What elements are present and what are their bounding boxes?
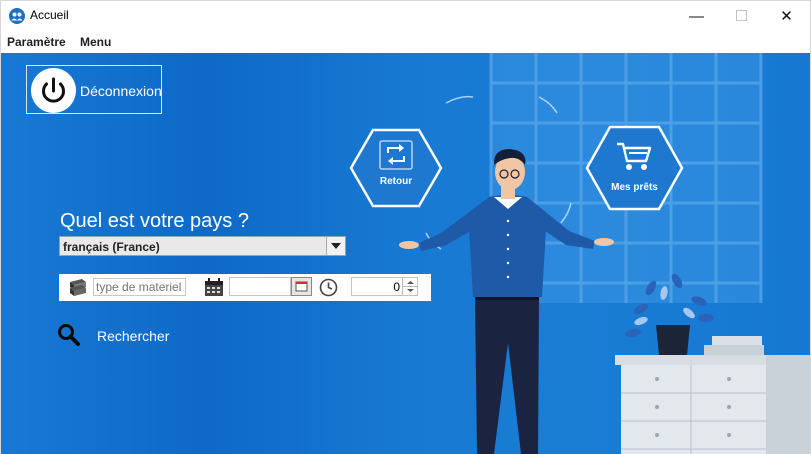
mes-prets-button[interactable]: Mes prêts [585, 125, 684, 211]
books-icon [70, 279, 86, 296]
window-title: Accueil [30, 8, 69, 22]
menu-menu[interactable]: Menu [80, 35, 111, 49]
cart-icon [617, 142, 652, 170]
title-bar: Accueil — ☐ ✕ [1, 1, 810, 31]
date-input[interactable] [229, 277, 291, 296]
minimize-icon: — [689, 7, 704, 25]
date-picker-button[interactable] [291, 277, 312, 296]
material-type-input[interactable] [93, 278, 186, 296]
select-arrow-button[interactable] [326, 237, 345, 255]
app-window: Accueil — ☐ ✕ Paramètre Menu Déconnexion… [0, 0, 811, 454]
language-select[interactable]: français (France) [59, 236, 346, 256]
country-question: Quel est votre pays ? [60, 210, 249, 232]
language-select-value: français (France) [63, 240, 160, 254]
maximize-icon: ☐ [734, 8, 749, 25]
logout-label: Déconnexion [80, 83, 162, 99]
chevron-down-icon [331, 243, 341, 249]
spinner-buttons[interactable] [402, 278, 418, 295]
maximize-button[interactable]: ☐ [719, 1, 764, 31]
close-button[interactable]: ✕ [764, 1, 809, 31]
menu-bar: Paramètre Menu [1, 31, 810, 53]
spinner-value: 0 [393, 280, 400, 294]
close-icon: ✕ [780, 8, 793, 25]
main-panel: Déconnexion Quel est votre pays ? frança… [1, 53, 810, 454]
power-icon [42, 77, 65, 103]
users-icon [9, 8, 25, 24]
search-button[interactable]: Rechercher [57, 323, 169, 352]
calendar-icon [205, 278, 223, 296]
mes-prets-label: Mes prêts [611, 182, 658, 193]
clock-icon [319, 278, 338, 297]
search-icon [58, 324, 80, 346]
menu-parametre[interactable]: Paramètre [7, 35, 66, 49]
filter-panel: 0 [59, 274, 431, 301]
power-icon-circle [31, 68, 76, 113]
refresh-icon [379, 140, 413, 170]
logout-button[interactable]: Déconnexion [26, 65, 162, 114]
calendar-small-icon [295, 281, 308, 292]
time-spinner[interactable]: 0 [351, 277, 418, 296]
retour-label: Retour [379, 176, 413, 187]
search-label: Rechercher [97, 328, 170, 344]
spinner-arrows-icon [403, 281, 418, 292]
retour-button[interactable]: Retour [349, 128, 443, 208]
minimize-button[interactable]: — [674, 1, 719, 31]
